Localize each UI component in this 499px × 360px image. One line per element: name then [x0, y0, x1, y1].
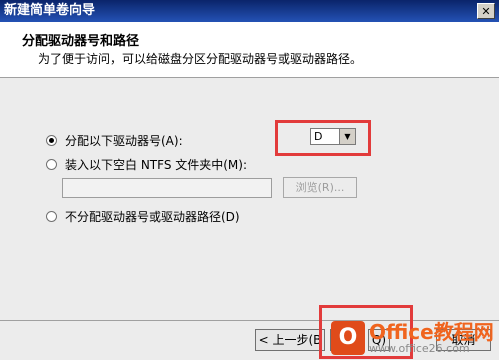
- folder-path-input[interactable]: [62, 178, 272, 198]
- page-subtitle: 为了便于访问，可以给磁盘分区分配驱动器号或驱动器路径。: [38, 52, 363, 66]
- watermark-logo: O Office教程网 www.office26.com: [331, 316, 499, 360]
- highlight-box-drive-letter: [275, 120, 371, 156]
- radio-button[interactable]: [46, 211, 57, 222]
- office-logo-icon: O: [331, 321, 365, 355]
- radio-no-assign[interactable]: 不分配驱动器号或驱动器路径(D): [46, 208, 240, 225]
- wizard-body: [0, 78, 499, 320]
- mount-folder-label: 装入以下空白 NTFS 文件夹中(M):: [65, 158, 248, 172]
- browse-button[interactable]: 浏览(R)...: [283, 177, 357, 198]
- watermark-url: www.office26.com: [369, 341, 470, 355]
- close-icon[interactable]: ✕: [477, 3, 495, 19]
- watermark-title: Office教程网: [369, 319, 494, 344]
- radio-button[interactable]: [46, 159, 57, 170]
- radio-assign-letter[interactable]: 分配以下驱动器号(A):: [46, 132, 183, 149]
- window-title: 新建简单卷向导: [4, 3, 96, 18]
- assign-letter-label: 分配以下驱动器号(A):: [65, 134, 183, 148]
- wizard-header: 分配驱动器号和路径 为了便于访问，可以给磁盘分区分配驱动器号或驱动器路径。: [0, 22, 499, 78]
- page-title: 分配驱动器号和路径: [22, 34, 140, 49]
- back-button[interactable]: < 上一步(B: [255, 329, 325, 351]
- window-title-bar: 新建简单卷向导 ✕: [0, 0, 499, 22]
- no-assign-label: 不分配驱动器号或驱动器路径(D): [65, 210, 240, 224]
- radio-mount-folder[interactable]: 装入以下空白 NTFS 文件夹中(M):: [46, 156, 247, 173]
- radio-button-checked[interactable]: [46, 135, 57, 146]
